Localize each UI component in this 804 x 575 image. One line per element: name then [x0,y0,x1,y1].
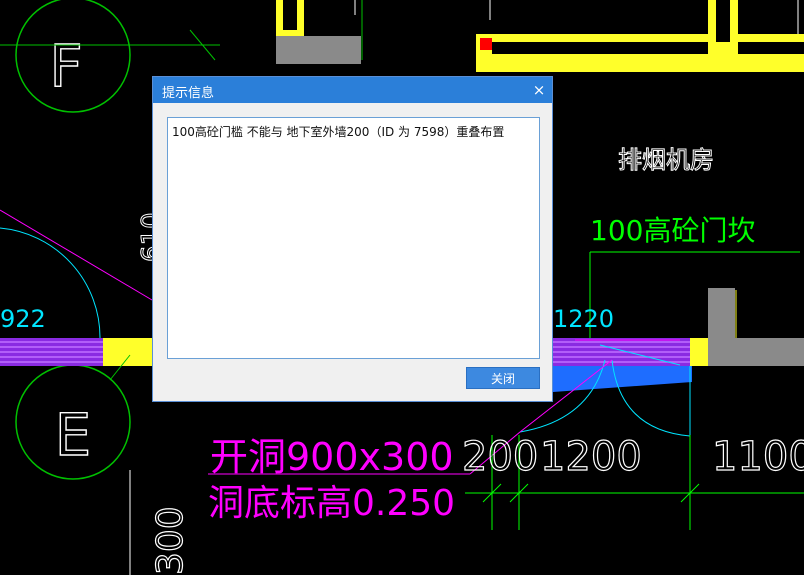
dim-200: 200 [462,434,538,480]
message-textbox[interactable]: 100高砼门槛 不能与 地下室外墙200（ID 为 7598）重叠布置 [167,117,540,359]
dim-left: 922 [0,305,46,333]
wall-marker [480,38,492,50]
magenta-diagonal [0,209,153,301]
wall-inner [492,42,804,54]
door-sill-label: 100高砼门坎 [590,214,755,247]
selected-sill[interactable] [553,366,692,392]
column-cutout [735,288,804,338]
dialog-titlebar[interactable]: 提示信息 × [153,77,552,103]
opening-label: 开洞900x300 [210,435,454,479]
dim-1100: 1100 [712,434,804,480]
dim-vertical-bottom: 300 [150,506,191,575]
close-button[interactable]: 关闭 [466,367,540,389]
dim-1200: 1200 [540,434,642,480]
opening-elev-label: 洞底标高0.250 [208,483,455,524]
dialog-title: 提示信息 [162,86,215,101]
wall-segment [690,338,708,366]
axis-label-f: F [49,32,82,100]
column [276,36,361,64]
axis-label-e: E [55,401,92,469]
dim-top-right: 1220 [553,305,614,333]
close-icon[interactable]: × [526,77,552,103]
wall-inner [283,0,297,30]
room-name-label: 排烟机房 [618,146,714,174]
wall-inner [716,0,730,42]
wall-segment [103,338,153,366]
info-dialog[interactable]: 提示信息 × 100高砼门槛 不能与 地下室外墙200（ID 为 7598）重叠… [152,76,553,402]
